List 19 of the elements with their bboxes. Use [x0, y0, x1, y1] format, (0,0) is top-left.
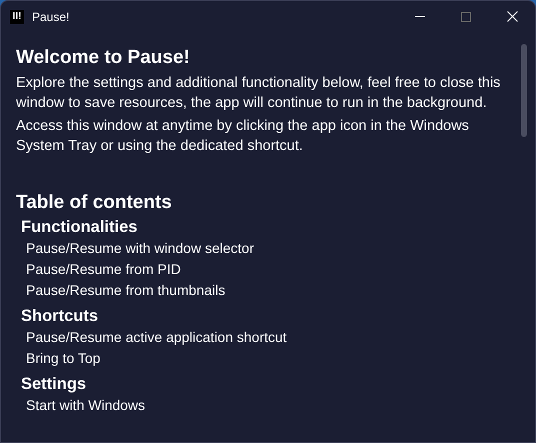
toc-section-heading: Functionalities [21, 217, 138, 238]
toc-link[interactable]: Pause/Resume active application shortcut [21, 329, 287, 345]
close-icon [506, 11, 518, 22]
toc-link[interactable]: Pause/Resume from thumbnails [21, 282, 226, 298]
maximize-icon [461, 12, 471, 22]
toc-link[interactable]: Bring to Top [21, 350, 100, 366]
toc-link[interactable]: Pause/Resume with window selector [21, 240, 254, 256]
toc-link[interactable]: Pause/Resume from PID [21, 261, 181, 277]
minimize-icon [415, 16, 425, 18]
toc-heading: Table of contents [16, 191, 173, 215]
toc-section-heading: Settings [21, 374, 88, 395]
toc-section-heading: Shortcuts [21, 306, 100, 327]
welcome-heading: Welcome to Pause! [16, 46, 191, 70]
welcome-paragraph: Explore the settings and additional functionality below, feel free to close this window to save resources, the app will continue to run in the background. [16, 74, 502, 113]
toc-link[interactable]: Start with Windows [21, 397, 146, 413]
scrollbar-thumb[interactable] [521, 44, 527, 137]
window-title: Pause! [32, 8, 70, 26]
welcome-paragraph: Access this window at anytime by clicking the app icon in the Windows System Tray or using the dedicated shortcut. [16, 117, 470, 156]
app-icon: II! [10, 10, 24, 24]
